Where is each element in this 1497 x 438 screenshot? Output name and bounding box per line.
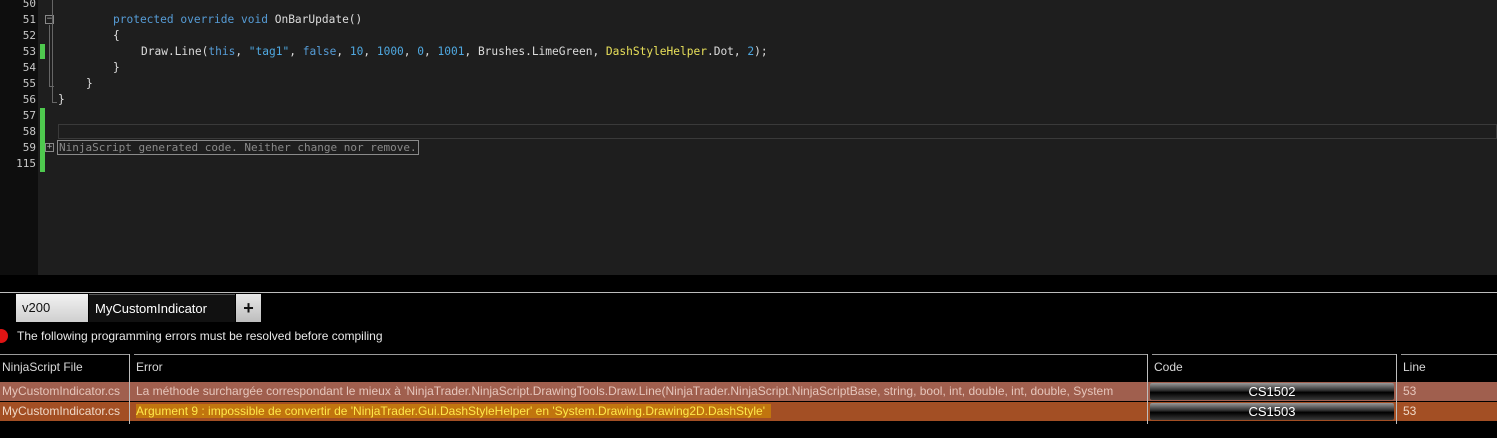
fold-guide — [49, 25, 50, 86]
line-number: 56 — [22, 93, 36, 106]
change-marker — [40, 44, 45, 59]
error-line: 53 — [1403, 404, 1417, 418]
code-line: } — [58, 93, 65, 106]
add-tab-button[interactable]: + — [236, 294, 261, 322]
error-description-text: Argument 9 : impossible de convertir de … — [136, 404, 771, 418]
error-summary-text: The following programming errors must be… — [17, 329, 383, 343]
error-file: MyCustomIndicator.cs — [2, 404, 121, 418]
column-divider[interactable] — [1147, 354, 1148, 424]
error-description: Argument 9 : impossible de convertir de … — [134, 402, 1147, 421]
expand-icon[interactable]: + — [45, 143, 54, 152]
error-file: MyCustomIndicator.cs — [2, 384, 121, 398]
code-line: } — [113, 61, 120, 74]
change-marker — [40, 108, 45, 172]
error-code: CS1503 — [1150, 403, 1394, 420]
line-number: 52 — [22, 29, 36, 42]
column-header-error[interactable]: Error — [134, 354, 1147, 378]
code-editor[interactable]: 50 51 52 53 54 55 56 57 58 59 115 − + pr… — [0, 0, 1497, 275]
code-line: } — [86, 77, 93, 90]
error-description: La méthode surchargée correspondant le m… — [136, 384, 1114, 398]
error-code: CS1502 — [1150, 383, 1394, 400]
column-header-code[interactable]: Code — [1152, 354, 1396, 378]
line-number: 59 — [22, 141, 36, 154]
tab-mycustomindicator[interactable]: MyCustomIndicator — [89, 294, 235, 322]
collapsed-region[interactable]: NinjaScript generated code. Neither chan… — [57, 140, 419, 155]
line-number: 53 — [22, 45, 36, 58]
column-header-file[interactable]: NinjaScript File — [0, 354, 129, 378]
line-number: 50 — [22, 0, 36, 10]
line-number: 54 — [22, 61, 36, 74]
line-number: 57 — [22, 109, 36, 122]
line-number: 58 — [22, 125, 36, 138]
error-row[interactable]: MyCustomIndicator.cs Argument 9 : imposs… — [0, 402, 1497, 421]
line-number: 115 — [16, 157, 36, 170]
line-number-gutter: 50 51 52 53 54 55 56 57 58 59 115 — [0, 0, 38, 275]
code-line: protected override void OnBarUpdate() — [113, 13, 363, 26]
file-tab-bar: v200 MyCustomIndicator + — [0, 292, 1497, 324]
line-number: 55 — [22, 77, 36, 90]
column-divider[interactable] — [129, 354, 130, 424]
column-divider[interactable] — [1396, 354, 1397, 424]
error-icon — [0, 329, 8, 343]
code-line: { — [113, 29, 120, 42]
tab-v200[interactable]: v200 — [16, 294, 88, 322]
fold-guide — [52, 102, 57, 103]
error-line: 53 — [1403, 384, 1417, 398]
column-header-line[interactable]: Line — [1401, 354, 1497, 378]
code-line: Draw.Line(this, "tag1", false, 10, 1000,… — [141, 45, 768, 58]
error-row[interactable]: MyCustomIndicator.cs La méthode surcharg… — [0, 382, 1497, 401]
fold-guide — [52, 0, 53, 102]
error-grid: NinjaScript File Error Code Line MyCusto… — [0, 354, 1497, 438]
current-line-highlight — [58, 124, 1497, 139]
line-number: 51 — [22, 13, 36, 26]
